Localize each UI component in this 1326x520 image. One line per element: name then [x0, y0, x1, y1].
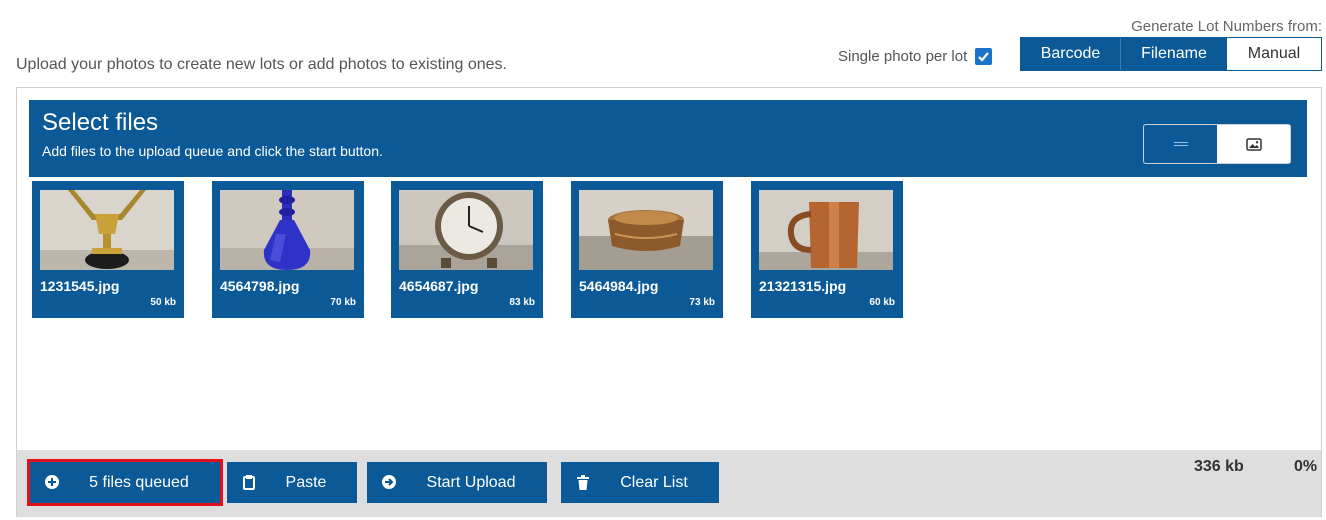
lot-source-barcode-button[interactable]: Barcode: [1021, 38, 1121, 70]
uploader-panel: Select files Add files to the upload que…: [16, 87, 1322, 517]
clear-list-button[interactable]: Clear List: [561, 462, 719, 503]
file-size: 60 kb: [869, 297, 895, 308]
intro-text: Upload your photos to create new lots or…: [16, 56, 507, 73]
file-name: 1231545.jpg: [40, 278, 120, 294]
trinket-box-photo: [579, 190, 713, 270]
file-tile[interactable]: 4654687.jpg 83 kb: [391, 181, 543, 318]
single-photo-checkbox[interactable]: [975, 48, 993, 65]
uploader-header: Select files Add files to the upload que…: [29, 100, 1307, 177]
single-photo-label: Single photo per lot: [838, 48, 968, 65]
lot-source-manual-button[interactable]: Manual: [1227, 38, 1321, 70]
lot-source-filename-button[interactable]: Filename: [1121, 38, 1227, 70]
paste-button[interactable]: Paste: [227, 462, 357, 503]
uploader-subtitle: Add files to the upload queue and click …: [42, 143, 383, 159]
alarm-clock-photo: [399, 190, 533, 270]
file-name: 21321315.jpg: [759, 278, 847, 294]
start-upload-label: Start Upload: [426, 473, 516, 491]
file-name: 5464984.jpg: [579, 278, 659, 294]
file-size: 70 kb: [330, 297, 356, 308]
thumbnail-view-icon: [1245, 137, 1262, 151]
file-tile[interactable]: 21321315.jpg 60 kb: [751, 181, 903, 318]
total-size: 336 kb: [1194, 458, 1244, 475]
lot-source-selector[interactable]: Barcode Filename Manual: [1020, 37, 1322, 71]
file-size: 73 kb: [689, 297, 715, 308]
file-tile[interactable]: 1231545.jpg 50 kb: [32, 181, 184, 318]
file-size: 83 kb: [509, 297, 535, 308]
clear-list-label: Clear List: [620, 473, 688, 491]
uploader-title: Select files: [42, 109, 159, 136]
uploader-footer: 5 files queued Paste Start Upload Clear …: [17, 450, 1321, 517]
single-photo-toggle[interactable]: Single photo per lot: [838, 48, 993, 65]
list-view-button[interactable]: [1144, 125, 1217, 163]
add-files-label: 5 files queued: [89, 473, 189, 491]
file-name: 4564798.jpg: [220, 278, 300, 294]
file-tile[interactable]: 4564798.jpg 70 kb: [212, 181, 364, 318]
file-size: 50 kb: [150, 297, 176, 308]
start-upload-button[interactable]: Start Upload: [367, 462, 547, 503]
view-mode-toggle[interactable]: [1143, 124, 1291, 164]
blue-vase-photo: [220, 190, 354, 270]
copper-mug-photo: [759, 190, 893, 270]
add-files-button[interactable]: 5 files queued: [27, 459, 223, 506]
thumbnail-view-button[interactable]: [1217, 125, 1290, 163]
file-tile[interactable]: 5464984.jpg 73 kb: [571, 181, 723, 318]
paste-label: Paste: [285, 473, 327, 491]
checkmark-icon: [978, 52, 990, 62]
upload-progress: 0%: [1294, 458, 1318, 475]
generate-lot-label: Generate Lot Numbers from:: [1131, 18, 1322, 35]
trophy-photo: [40, 190, 174, 270]
list-view-icon: [1173, 142, 1188, 146]
file-name: 4654687.jpg: [399, 278, 479, 294]
